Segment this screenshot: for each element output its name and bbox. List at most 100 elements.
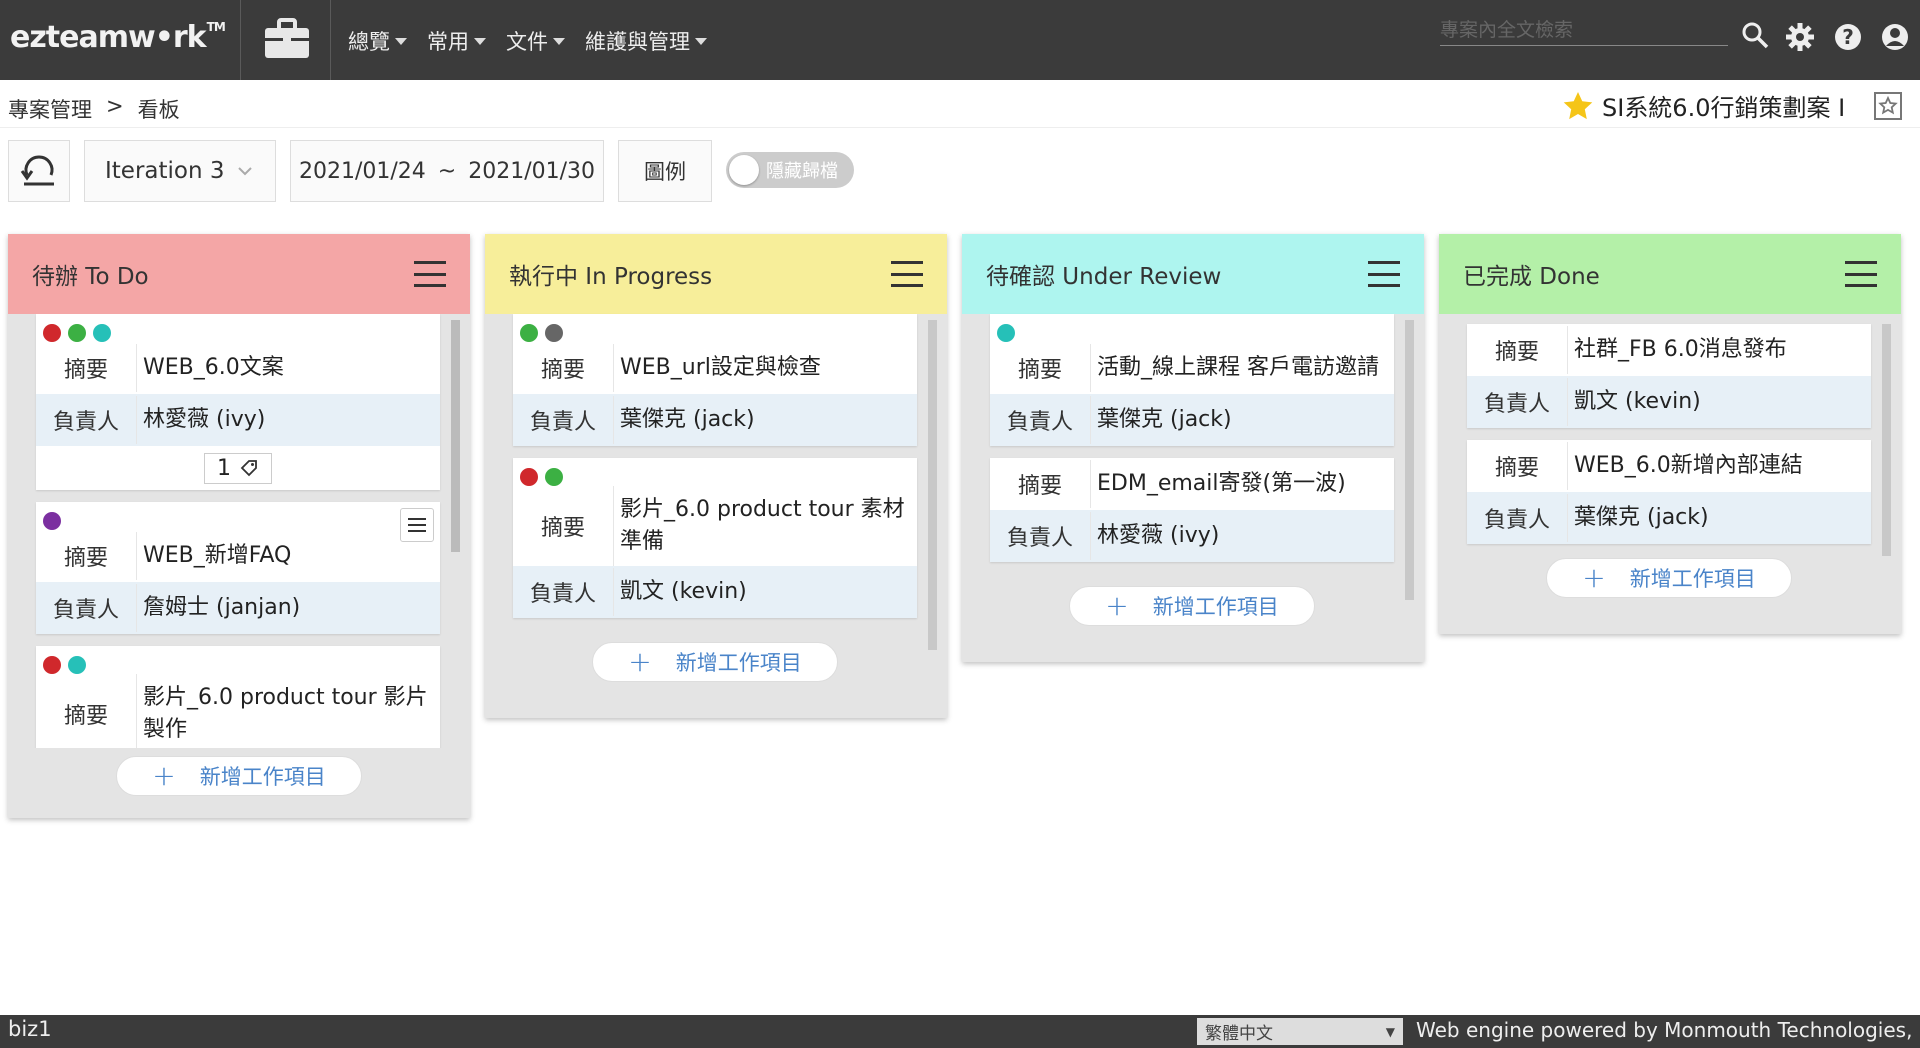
summary-value: WEB_6.0文案 [136, 344, 440, 392]
project-title[interactable]: SI系統6.0行銷策劃案 I [1562, 88, 1845, 123]
summary-row: 摘要 EDM_email寄發(第一波) [990, 458, 1394, 510]
summary-row: 摘要 WEB_url設定與檢查 [513, 342, 917, 394]
chevron-down-icon [237, 167, 252, 176]
search-icon[interactable] [1740, 20, 1770, 50]
breadcrumb: 專案管理 > 看板 [8, 94, 180, 124]
caret-down-icon [553, 37, 565, 45]
summary-label: 摘要 [1017, 358, 1062, 383]
menu-icon[interactable] [891, 261, 923, 287]
owner-label: 負責人 [52, 598, 119, 623]
tag-icon [240, 460, 257, 477]
search-input[interactable] [1440, 14, 1728, 46]
app-logo[interactable]: ezteamw•rkTM [10, 20, 226, 55]
caret-down-icon [474, 37, 486, 45]
owner-value: 葉傑克 (jack) [613, 396, 917, 444]
favorite-toggle-icon[interactable] [1874, 92, 1902, 120]
summary-value: WEB_url設定與檢查 [613, 344, 917, 392]
svg-text:?: ? [1842, 25, 1854, 49]
owner-label: 負責人 [52, 410, 119, 435]
menu-label: 維護與管理 [585, 30, 690, 54]
add-item-button[interactable]: + 新增工作項目 [1546, 558, 1792, 598]
help-icon[interactable]: ? [1833, 22, 1863, 52]
task-card[interactable]: 摘要 社群_FB 6.0消息發布 負責人 凱文 (kevin) [1467, 324, 1871, 428]
summary-row: 摘要 影片_6.0 product tour 素材準備 [513, 486, 917, 566]
tag-dot [43, 512, 61, 530]
scrollbar[interactable] [451, 320, 460, 552]
divider [0, 127, 1920, 128]
summary-row: 摘要 活動_線上課程 客戶電訪邀請 [990, 342, 1394, 394]
owner-row: 負責人 葉傑克 (jack) [990, 394, 1394, 446]
scrollbar[interactable] [1882, 324, 1891, 556]
task-card[interactable]: 摘要 影片_6.0 product tour 影片製作 [36, 646, 440, 748]
owner-label: 負責人 [1483, 392, 1550, 417]
owner-row: 負責人 凱文 (kevin) [513, 566, 917, 618]
menu-icon[interactable] [414, 261, 446, 287]
legend-button[interactable]: 圖例 [618, 140, 712, 202]
menu-admin[interactable]: 維護與管理 [585, 26, 707, 56]
menu-overview[interactable]: 總覽 [348, 26, 407, 56]
main-menu: 總覽 常用 文件 維護與管理 [348, 26, 707, 56]
menu-label: 常用 [427, 30, 469, 54]
task-card[interactable]: 摘要 WEB_新增FAQ 負責人 詹姆士 (janjan) [36, 502, 440, 634]
scrollbar[interactable] [928, 320, 937, 650]
language-value: 繁體中文 [1205, 1024, 1273, 1044]
task-card[interactable]: 摘要 WEB_url設定與檢查 負責人 葉傑克 (jack) [513, 314, 917, 446]
gear-icon[interactable] [1785, 22, 1815, 52]
column-header: 待辦 To Do [8, 234, 470, 314]
summary-value: 影片_6.0 product tour 素材準備 [613, 486, 917, 566]
menu-icon[interactable] [1368, 261, 1400, 287]
column-under-review: 待確認 Under Review 摘要 活動_線上課程 客戶電訪邀請 負責人 葉傑克… [962, 234, 1424, 662]
summary-value: 社群_FB 6.0消息發布 [1567, 326, 1871, 374]
menu-common[interactable]: 常用 [427, 26, 486, 56]
add-item-button[interactable]: + 新增工作項目 [592, 642, 838, 682]
date-range[interactable]: 2021/01/24 ~ 2021/01/30 [290, 140, 604, 202]
task-card[interactable]: 摘要 EDM_email寄發(第一波) 負責人 林愛薇 (ivy) [990, 458, 1394, 562]
tag-dot [68, 656, 86, 674]
task-card[interactable]: 摘要 影片_6.0 product tour 素材準備 負責人 凱文 (kevin) [513, 458, 917, 618]
scrollbar[interactable] [1405, 320, 1414, 600]
add-item-button[interactable]: + 新增工作項目 [116, 756, 362, 796]
menu-documents[interactable]: 文件 [506, 26, 565, 56]
task-card[interactable]: 摘要 WEB_6.0新增內部連結 負責人 葉傑克 (jack) [1467, 440, 1871, 544]
tag-count-badge[interactable]: 1 [204, 452, 272, 484]
owner-value: 林愛薇 (ivy) [1090, 512, 1394, 560]
owner-label: 負責人 [1006, 526, 1073, 551]
user-icon[interactable] [1880, 22, 1910, 52]
plus-icon: + [628, 645, 652, 678]
breadcrumb-root[interactable]: 專案管理 [8, 94, 92, 124]
task-card[interactable]: 摘要 WEB_6.0文案 負責人 林愛薇 (ivy) 1 [36, 314, 440, 490]
tag-dots [513, 458, 917, 486]
toggle-label: 隱藏歸檔 [766, 161, 838, 182]
menu-label: 文件 [506, 30, 548, 54]
owner-label: 負責人 [529, 582, 596, 607]
summary-value: 影片_6.0 product tour 影片製作 [136, 674, 440, 748]
column-scroll-area[interactable]: 摘要 WEB_6.0文案 負責人 林愛薇 (ivy) 1 摘要 WEB_新增FAQ 負… [8, 314, 470, 748]
summary-label: 摘要 [63, 704, 108, 729]
hide-archived-toggle[interactable]: 隱藏歸檔 [726, 152, 854, 188]
summary-value: EDM_email寄發(第一波) [1090, 460, 1394, 508]
refresh-button[interactable] [8, 140, 70, 202]
tag-dots [990, 314, 1394, 342]
owner-row: 負責人 林愛薇 (ivy) [36, 394, 440, 446]
language-select[interactable]: 繁體中文 ▼ [1197, 1018, 1403, 1045]
tag-dots [36, 314, 440, 342]
toggle-knob [729, 155, 759, 185]
caret-down-icon [395, 37, 407, 45]
iteration-select[interactable]: Iteration 3 [84, 140, 276, 202]
date-start: 2021/01/24 [298, 158, 426, 184]
add-item-button[interactable]: + 新增工作項目 [1069, 586, 1315, 626]
owner-label: 負責人 [529, 410, 596, 435]
owner-value: 葉傑克 (jack) [1090, 396, 1394, 444]
task-card[interactable]: 摘要 活動_線上課程 客戶電訪邀請 負責人 葉傑克 (jack) [990, 314, 1394, 446]
column-title: 執行中 In Progress [509, 264, 713, 290]
tag-dot [68, 324, 86, 342]
logo-tm: TM [206, 20, 226, 34]
card-menu-button[interactable] [400, 508, 434, 542]
tag-dots [36, 646, 440, 674]
menu-icon[interactable] [1845, 261, 1877, 287]
column-todo: 待辦 To Do 摘要 WEB_6.0文案 負責人 林愛薇 (ivy) 1 摘要 WE… [8, 234, 470, 818]
briefcase-icon[interactable] [262, 16, 312, 62]
tag-dot [997, 324, 1015, 342]
summary-label: 摘要 [1017, 474, 1062, 499]
owner-label: 負責人 [1483, 508, 1550, 533]
